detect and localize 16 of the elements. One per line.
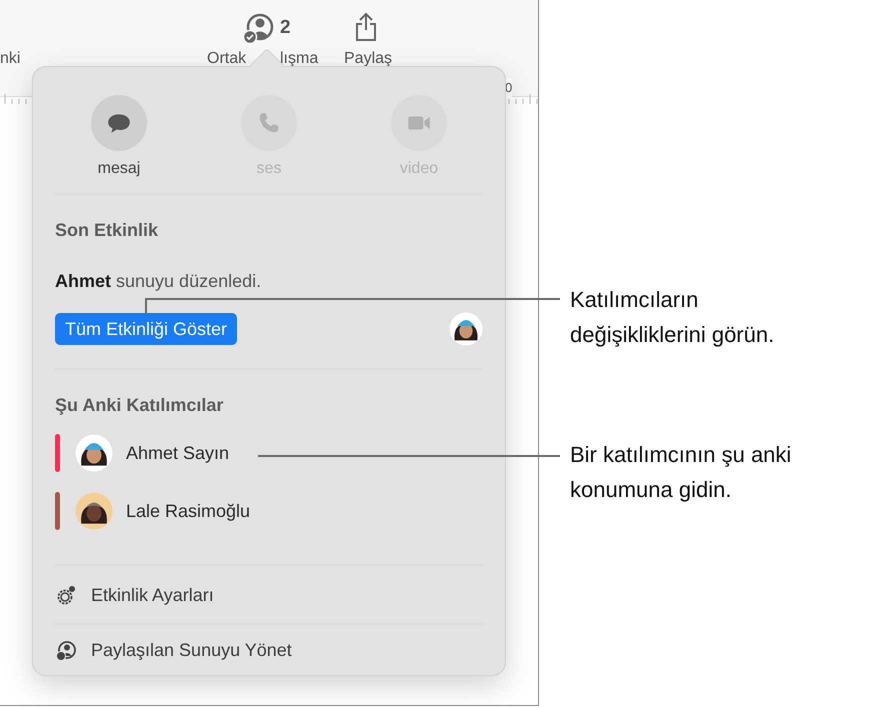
menu-item[interactable]: Paylaşılan Sunuyu Yönet xyxy=(55,637,483,664)
button-label: mesaj xyxy=(98,159,140,179)
show-all-activity-button[interactable]: Tüm Etkinliği Göster xyxy=(55,313,238,345)
toolbar-label: nki xyxy=(0,50,20,68)
menu-item[interactable]: Etkinlik Ayarları xyxy=(55,582,483,609)
callout-text: Katılımcıların değişikliklerini görün. xyxy=(570,286,774,349)
participant-name[interactable]: Ahmet Sayın xyxy=(126,440,230,466)
participant-count: 2 xyxy=(280,16,291,40)
toolbar-label: Paylaş xyxy=(344,50,392,68)
participant-name[interactable]: Lale Rasimoğlu xyxy=(126,498,250,524)
section-heading: Şu Anki Katılımcılar xyxy=(55,394,224,417)
activity-entry: Ahmet sunuyu düzenledi. xyxy=(55,270,262,293)
toolbar-label: lışma xyxy=(280,50,318,68)
callout-text: Bir katılımcının şu anki konumuna gidin. xyxy=(570,441,792,504)
section-heading: Son Etkinlik xyxy=(55,219,160,242)
toolbar-label: Ortak xyxy=(207,50,246,68)
